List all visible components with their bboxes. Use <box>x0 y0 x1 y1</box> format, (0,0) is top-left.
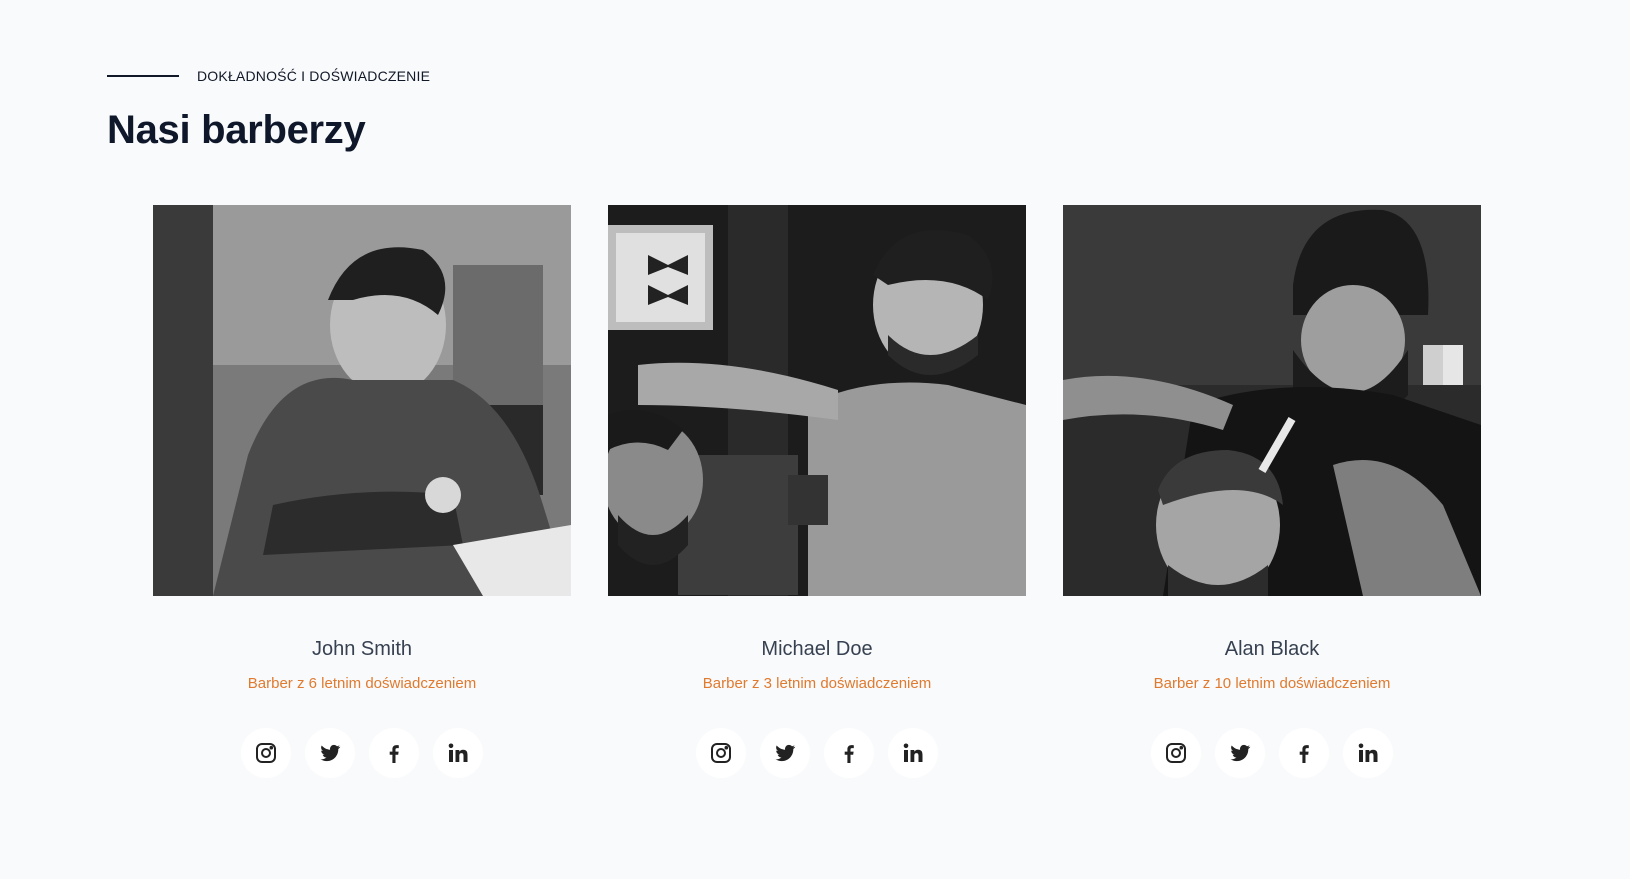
social-links <box>1063 728 1481 778</box>
facebook-icon <box>389 745 399 763</box>
barber-card: Michael Doe Barber z 3 letnim doświadcze… <box>608 205 1026 778</box>
barber-name: Michael Doe <box>761 638 873 660</box>
twitter-link[interactable] <box>305 728 355 778</box>
barber-list: John Smith Barber z 6 letnim doświadczen… <box>153 205 1481 778</box>
linkedin-icon <box>448 743 468 762</box>
facebook-icon <box>844 745 854 763</box>
barber-card: John Smith Barber z 6 letnim doświadczen… <box>153 205 571 778</box>
linkedin-icon <box>903 743 923 762</box>
twitter-icon <box>775 744 796 762</box>
twitter-icon <box>320 744 341 762</box>
twitter-icon <box>1230 744 1251 762</box>
social-links <box>608 728 1026 778</box>
barber-role: Barber z 10 letnim doświadczeniem <box>1153 675 1391 692</box>
barber-role: Barber z 3 letnim doświadczeniem <box>702 675 932 692</box>
instagram-link[interactable] <box>1151 728 1201 778</box>
linkedin-link[interactable] <box>433 728 483 778</box>
section-title: Nasi barberzy <box>107 108 366 152</box>
eyebrow-text: DOKŁADNOŚĆ I DOŚWIADCZENIE <box>197 68 431 84</box>
facebook-link[interactable] <box>369 728 419 778</box>
facebook-icon <box>1299 745 1309 763</box>
twitter-link[interactable] <box>1215 728 1265 778</box>
facebook-link[interactable] <box>824 728 874 778</box>
linkedin-icon <box>1358 743 1378 762</box>
instagram-icon <box>256 743 276 763</box>
barber-photo <box>153 205 571 596</box>
barber-role: Barber z 6 letnim doświadczeniem <box>247 675 477 692</box>
instagram-link[interactable] <box>241 728 291 778</box>
barber-name: John Smith <box>311 638 413 660</box>
section-eyebrow: DOKŁADNOŚĆ I DOŚWIADCZENIE <box>107 68 430 84</box>
linkedin-link[interactable] <box>1343 728 1393 778</box>
barber-photo <box>1063 205 1481 596</box>
barber-card: Alan Black Barber z 10 letnim doświadcze… <box>1063 205 1481 778</box>
twitter-link[interactable] <box>760 728 810 778</box>
linkedin-link[interactable] <box>888 728 938 778</box>
facebook-link[interactable] <box>1279 728 1329 778</box>
instagram-icon <box>711 743 731 763</box>
eyebrow-line <box>107 75 179 77</box>
barber-photo <box>608 205 1026 596</box>
barbers-section: DOKŁADNOŚĆ I DOŚWIADCZENIE Nasi barberzy <box>0 0 1630 879</box>
social-links <box>153 728 571 778</box>
barber-name: Alan Black <box>1224 638 1320 660</box>
instagram-link[interactable] <box>696 728 746 778</box>
instagram-icon <box>1166 743 1186 763</box>
